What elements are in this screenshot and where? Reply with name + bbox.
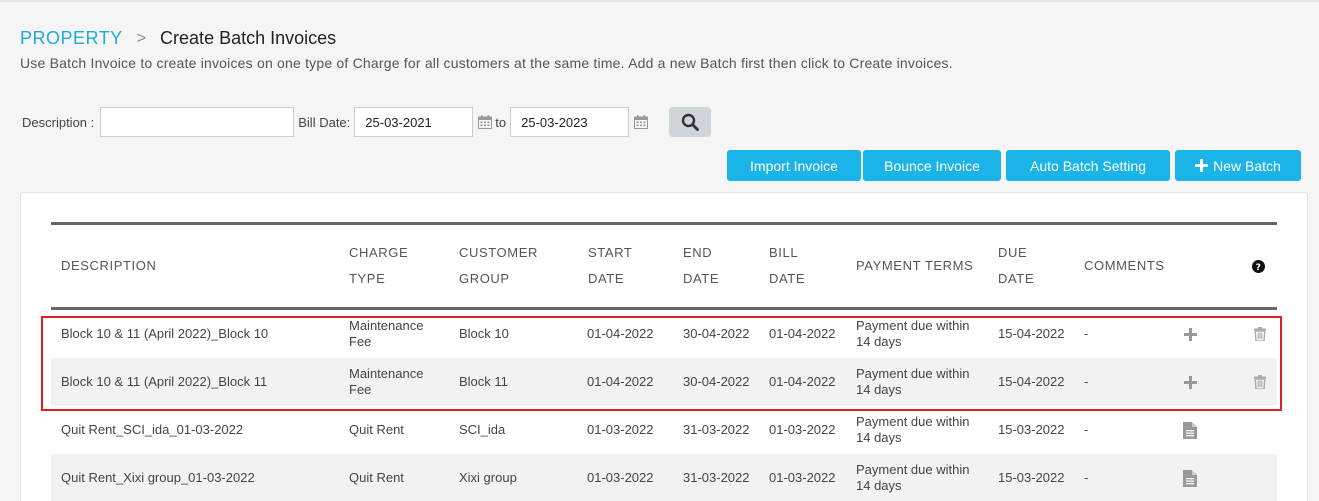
cell-comments: -: [1084, 470, 1089, 485]
header-customer-group[interactable]: CUSTOMER GROUP: [459, 236, 538, 296]
svg-text:?: ?: [1256, 263, 1262, 273]
to-label: to: [495, 114, 507, 130]
cell-bill-date: 01-03-2022: [769, 422, 836, 437]
header-due-date[interactable]: DUE DATE: [998, 236, 1034, 296]
header-payment-terms[interactable]: PAYMENT TERMS: [856, 236, 973, 296]
table-row[interactable]: Quit Rent_Xixi group_01-03-2022 Quit Ren…: [51, 454, 1277, 501]
top-border: [0, 0, 1319, 2]
new-batch-button[interactable]: New Batch: [1175, 150, 1301, 181]
new-batch-label: New Batch: [1213, 157, 1281, 174]
search-icon: [681, 113, 700, 131]
import-invoice-button[interactable]: Import Invoice: [727, 150, 861, 181]
table-header-top-rule: [51, 222, 1277, 225]
cell-start-date: 01-03-2022: [587, 470, 654, 485]
highlight-annotation-box: [41, 316, 1282, 411]
bill-date-to-input[interactable]: [510, 107, 630, 137]
document-icon[interactable]: [1180, 454, 1200, 501]
header-description[interactable]: DESCRIPTION: [61, 236, 156, 296]
breadcrumb-root-link[interactable]: PROPERTY: [20, 28, 123, 49]
cell-due-date: 15-03-2022: [998, 422, 1065, 437]
header-comments[interactable]: COMMENTS: [1084, 236, 1165, 296]
description-input[interactable]: [100, 107, 295, 137]
breadcrumb: PROPERTY > Create Batch Invoices: [20, 28, 336, 49]
cell-comments: -: [1084, 422, 1089, 437]
cell-description: Quit Rent_SCI_ida_01-03-2022: [61, 422, 244, 437]
cell-start-date: 01-03-2022: [587, 422, 654, 437]
plus-icon: [1195, 159, 1209, 172]
table-row[interactable]: Quit Rent_SCI_ida_01-03-2022 Quit Rent S…: [51, 406, 1277, 454]
cell-due-date: 15-03-2022: [998, 470, 1065, 485]
auto-batch-setting-button[interactable]: Auto Batch Setting: [1006, 150, 1170, 181]
header-bill-date[interactable]: BILL DATE: [769, 236, 805, 296]
breadcrumb-separator: >: [136, 29, 147, 47]
cell-payment-terms: Payment due within 14 days: [856, 414, 970, 445]
cell-customer-group: Xixi group: [459, 470, 517, 485]
header-charge-type[interactable]: CHARGE TYPE: [349, 236, 408, 296]
cell-charge-type: Quit Rent: [349, 422, 404, 437]
header-start-date[interactable]: START DATE: [588, 236, 632, 296]
cell-description: Quit Rent_Xixi group_01-03-2022: [61, 470, 255, 485]
bill-date-label: Bill Date:: [298, 114, 351, 130]
calendar-icon[interactable]: [631, 115, 651, 129]
document-icon[interactable]: [1180, 406, 1200, 454]
cell-customer-group: SCI_ida: [459, 422, 506, 437]
cell-charge-type: Quit Rent: [349, 470, 404, 485]
header-end-date[interactable]: END DATE: [683, 236, 719, 296]
bill-date-from-input[interactable]: [354, 107, 474, 137]
cell-payment-terms: Payment due within 14 days: [856, 462, 970, 493]
filter-bar: Description : Bill Date: to: [22, 107, 712, 137]
help-icon[interactable]: ?: [1252, 236, 1265, 296]
bounce-invoice-button[interactable]: Bounce Invoice: [863, 150, 1001, 181]
description-label: Description :: [22, 114, 95, 130]
cell-end-date: 31-03-2022: [683, 470, 750, 485]
page-title: Create Batch Invoices: [160, 28, 337, 48]
cell-end-date: 31-03-2022: [683, 422, 750, 437]
cell-bill-date: 01-03-2022: [769, 470, 836, 485]
calendar-icon[interactable]: [475, 115, 495, 129]
search-button[interactable]: [669, 107, 712, 137]
page-description: Use Batch Invoice to create invoices on …: [20, 55, 953, 71]
